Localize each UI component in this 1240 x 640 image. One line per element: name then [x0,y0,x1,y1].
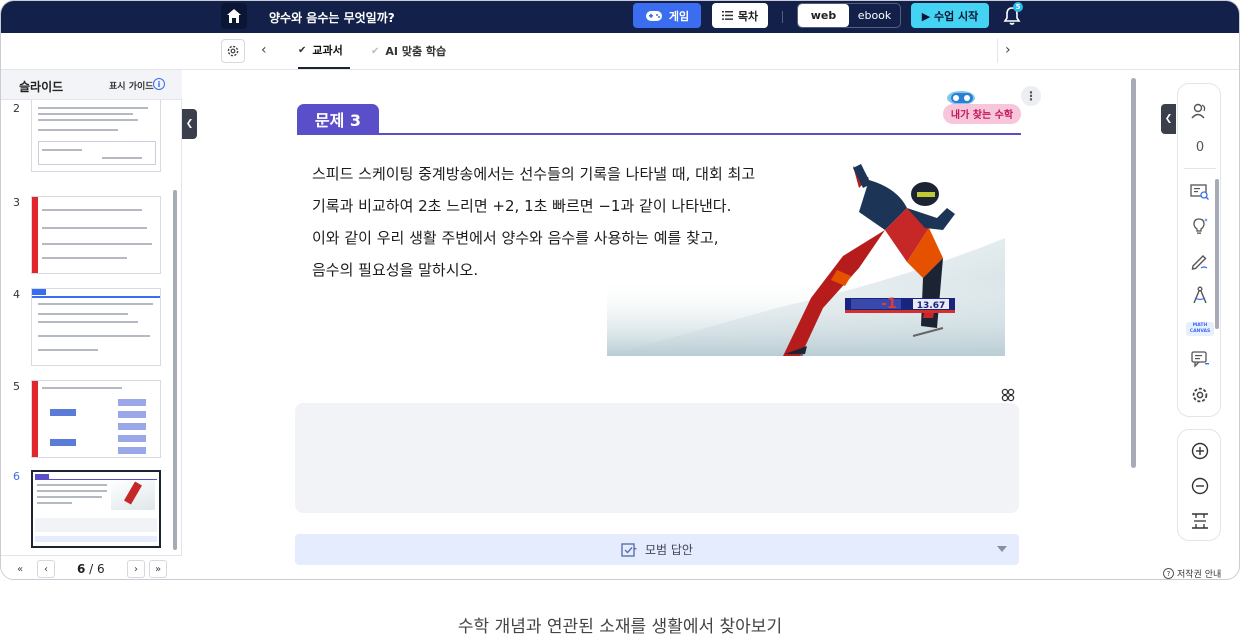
lightbulb-icon[interactable] [1189,215,1211,237]
sticker-text: 내가 찾는 수학 [951,108,1014,121]
chevron-left-icon[interactable]: ‹ [261,42,267,58]
gear-icon [227,45,239,57]
slide-thumbnail [31,380,161,458]
slide-thumbnail [31,100,161,172]
slide-item-3[interactable]: 3 [1,196,171,276]
problem-tag: 문제 3 [297,104,379,134]
slide-item-6[interactable]: 6 [1,470,171,550]
divider [782,11,783,23]
slide-item-2[interactable]: 2 [1,100,171,172]
secondary-bar: ‹ ✔ 교과서 ✔ AI 맞춤 학습 › [1,33,1239,70]
game-label: 게임 [668,9,690,23]
users-icon[interactable] [1189,100,1211,122]
view-mode-toggle: web ebook [797,3,901,28]
tab-textbook[interactable]: ✔ 교과서 [298,33,350,69]
tab-ai-learning-label: AI 맞춤 학습 [385,45,447,58]
scoreboard-delta: -1 [881,296,897,312]
screen-search-icon[interactable] [1189,182,1211,204]
toc-button[interactable]: 목차 [712,3,768,28]
copyright-link[interactable]: ? 저작권 안내 [1163,567,1222,580]
mode-web-button[interactable]: web [798,4,849,27]
main-content: 문제 3 내가 찾는 수학 ⋮ 스피드 스케이팅 중계방송에서는 선수들의 기록… [197,70,1136,579]
slide-number: 5 [13,380,20,393]
user-count: 0 [1195,140,1205,155]
app-window: 양수와 음수는 무엇일까? 게임 목차 web ebook ▶ 수업 시작 5 … [0,0,1240,580]
home-icon [227,9,241,23]
pagination: « ‹ 6 / 6 › » [1,555,182,579]
dropdown-caret-icon [997,546,1007,552]
slide-sidebar: 슬라이드 표시 가이드 i 2 3 4 5 6 « ‹ 6 / 6 › » [1,70,182,579]
math-brand-sticker: 내가 찾는 수학 [943,91,1021,124]
home-button[interactable] [221,3,247,29]
answer-input-area[interactable] [295,403,1019,513]
info-icon[interactable]: i [153,78,165,90]
slide-item-4[interactable]: 4 [1,288,171,368]
first-page-button[interactable]: « [11,560,29,578]
slide-number: 4 [13,288,20,301]
check-icon: ✔ [371,45,380,57]
copyright-label: 저작권 안내 [1177,570,1222,580]
next-page-button[interactable]: › [127,560,145,578]
slide-thumbnail [31,196,161,274]
sidebar-title: 슬라이드 [19,80,64,94]
slide-number: 6 [13,470,20,483]
start-class-button[interactable]: ▶ 수업 시작 [911,3,989,28]
problem-underline [297,133,1021,135]
model-answer-label: 모범 답안 [645,543,693,557]
total-pages: 6 [97,562,105,576]
top-bar: 양수와 음수는 무엇일까? 게임 목차 web ebook ▶ 수업 시작 5 [1,1,1239,33]
pen-icon[interactable] [1189,250,1211,272]
zoom-in-icon[interactable] [1189,440,1211,462]
game-button[interactable]: 게임 [633,3,701,28]
last-page-button[interactable]: » [149,560,167,578]
check-icon: ✔ [298,44,307,56]
mode-ebook-button[interactable]: ebook [849,4,900,27]
math-canvas-button[interactable]: MATH CANVAS [1186,322,1214,336]
fit-height-icon[interactable] [1189,510,1211,532]
slide-number: 3 [13,196,20,209]
gear-icon[interactable] [1189,384,1211,406]
figure-caption: 수학 개념과 연관된 소재를 생활에서 찾아보기 [457,617,783,637]
divider [1184,168,1216,169]
tab-ai-learning[interactable]: ✔ AI 맞춤 학습 [371,33,446,69]
gamepad-icon [645,10,662,21]
page-separator: / [85,562,98,576]
tab-textbook-label: 교과서 [312,44,343,57]
divider [997,39,998,63]
display-guide-label[interactable]: 표시 가이드 [109,79,154,92]
notification-badge: 5 [1013,2,1023,12]
zoom-out-icon[interactable] [1189,475,1211,497]
page-indicator: 6 / 6 [77,562,105,576]
settings-button[interactable] [221,39,245,63]
checklist-icon [621,542,637,557]
model-answer-toggle[interactable]: 모범 답안 [295,534,1019,565]
slide-list[interactable]: 2 3 4 5 6 [1,100,182,555]
collapse-tools-button[interactable]: ❮ [1161,104,1176,134]
slide-thumbnail [31,288,161,366]
speed-skater-image: -1 13.67 [607,164,1005,356]
slide-number: 2 [13,102,20,115]
slide-item-5[interactable]: 5 [1,380,171,460]
list-icon [721,11,733,20]
toc-label: 목차 [737,9,759,23]
lesson-title: 양수와 음수는 무엇일까? [269,11,395,25]
tools-scrollbar[interactable] [1215,179,1219,329]
slide-thumbnail [31,470,161,548]
prev-page-button[interactable]: ‹ [37,560,55,578]
collapse-sidebar-button[interactable]: ❮ [182,109,197,139]
content-scrollbar[interactable] [1131,78,1136,468]
chevron-right-icon[interactable]: › [1005,42,1011,58]
chat-icon[interactable] [1189,348,1211,370]
sidebar-header: 슬라이드 표시 가이드 i [1,70,182,100]
zoom-panel [1177,429,1221,541]
more-options-icon[interactable]: ⋮ [1021,86,1041,106]
help-icon: ? [1163,568,1174,579]
sidebar-scrollbar[interactable] [173,190,177,550]
compass-icon[interactable] [1189,284,1211,306]
expand-icon[interactable] [1001,388,1015,402]
scoreboard-time: 13.67 [917,301,945,311]
